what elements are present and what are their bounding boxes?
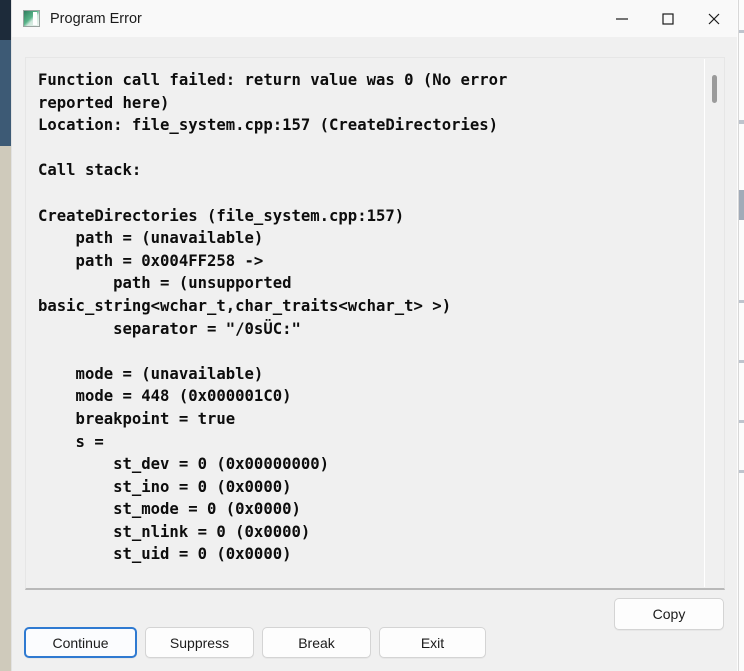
background-right-fleck [739, 300, 744, 303]
background-right-fleck [739, 190, 744, 220]
background-right-fleck [739, 30, 744, 33]
background-window-body-strip [0, 40, 11, 146]
background-window-titlebar-strip [0, 0, 11, 40]
maximize-icon[interactable] [645, 0, 691, 37]
program-error-dialog: Program Error Function call failed: retu… [11, 0, 737, 671]
background-window-right-divider [738, 0, 739, 671]
continue-button[interactable]: Continue [24, 627, 137, 658]
window-title: Program Error [50, 10, 142, 27]
exit-button[interactable]: Exit [379, 627, 486, 658]
scrollbar-thumb[interactable] [712, 75, 717, 103]
close-icon[interactable] [691, 0, 737, 37]
vertical-scrollbar[interactable] [704, 59, 723, 587]
background-right-fleck [739, 360, 744, 363]
error-text-panel: Function call failed: return value was 0… [25, 57, 725, 590]
suppress-button[interactable]: Suppress [145, 627, 254, 658]
window-controls [599, 0, 737, 37]
background-window-tan-strip [0, 146, 11, 671]
error-text-content: Function call failed: return value was 0… [38, 71, 508, 564]
background-right-fleck [739, 420, 744, 423]
window-titlebar[interactable]: Program Error [12, 0, 737, 37]
copy-button-row: Copy [614, 598, 724, 630]
dialog-content: Function call failed: return value was 0… [12, 37, 737, 671]
dialog-action-buttons: Continue Suppress Break Exit [24, 627, 486, 658]
minimize-icon[interactable] [599, 0, 645, 37]
break-button[interactable]: Break [262, 627, 371, 658]
program-icon [23, 10, 40, 27]
desktop-background: Program Error Function call failed: retu… [0, 0, 744, 671]
copy-button[interactable]: Copy [614, 598, 724, 630]
background-right-fleck [739, 470, 744, 473]
titlebar-left-group: Program Error [12, 10, 142, 27]
background-right-fleck [739, 120, 744, 124]
error-text-viewport[interactable]: Function call failed: return value was 0… [26, 58, 703, 588]
